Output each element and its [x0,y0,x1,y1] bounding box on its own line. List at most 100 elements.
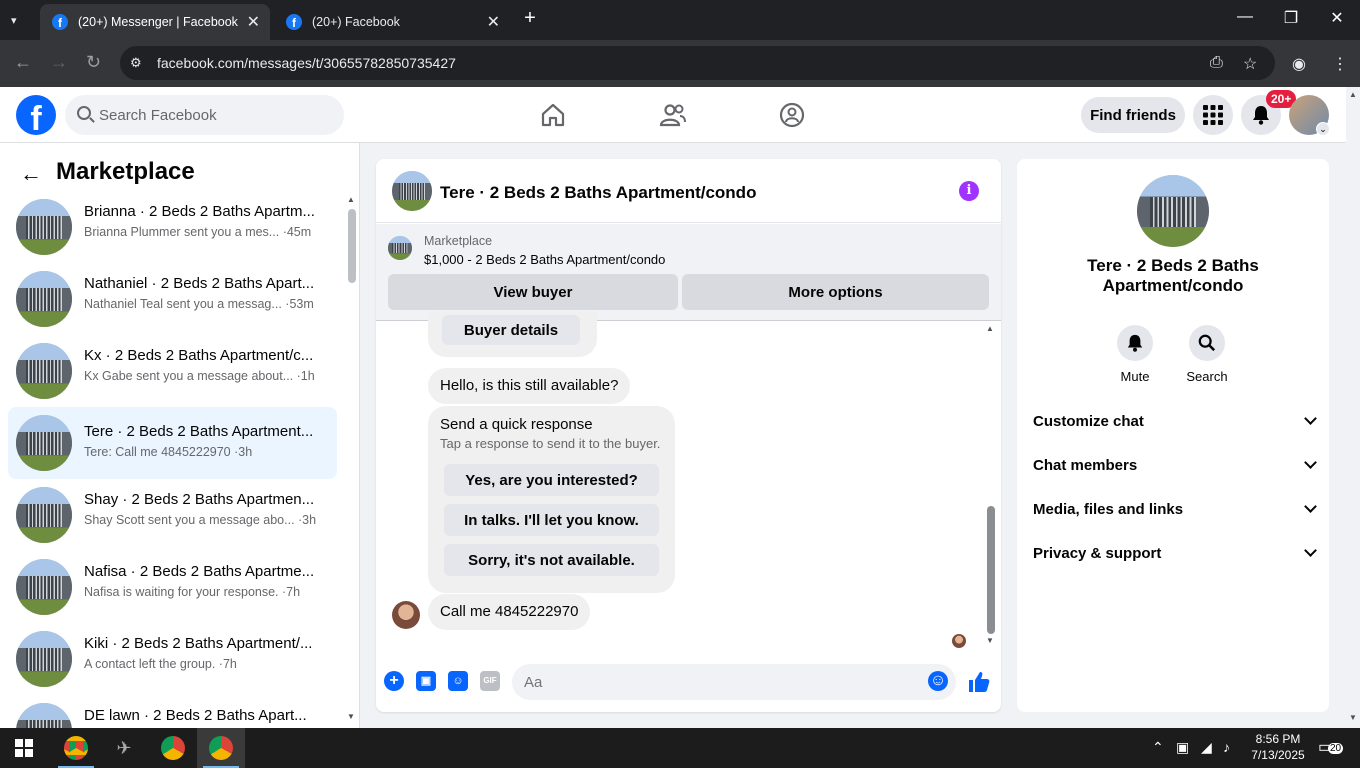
bookmark-star-icon[interactable]: ☆ [1243,54,1257,74]
sticker-icon[interactable]: ☺ [448,671,468,691]
thumbs-up-icon[interactable] [968,671,990,693]
close-icon[interactable]: ✕ [247,12,260,32]
quick-response-sorry-button[interactable]: Sorry, it's not available. [444,544,659,576]
search-in-chat-button[interactable]: Search [1177,325,1237,384]
photo-icon[interactable]: ▣ [416,671,436,691]
message-input[interactable] [512,664,956,700]
section-label: Customize chat [1033,412,1144,430]
show-hidden-icons[interactable]: ⌃ [1152,739,1164,756]
chevron-down-icon [1304,544,1317,557]
buyer-details-button[interactable]: Buyer details [442,315,580,345]
chevron-down-icon[interactable]: ⌄ [1316,122,1330,136]
media-files-links-section[interactable]: Media, files and links [1033,493,1317,525]
listing-thumbnail [16,631,72,687]
home-icon[interactable] [539,101,567,129]
conversation-item[interactable]: Shay · 2 Beds 2 Baths Apartmen... Shay S… [8,483,337,547]
conversation-preview: Nafisa is waiting for your response. ·7h [84,585,301,599]
forward-icon[interactable]: → [50,52,68,73]
groups-icon[interactable] [778,101,806,129]
conversation-item[interactable]: Kx · 2 Beds 2 Baths Apartment/c... Kx Ga… [8,339,337,403]
chrome-icon [64,736,88,760]
scroll-down-icon[interactable]: ▼ [1349,713,1357,722]
listing-thumbnail[interactable] [392,171,432,211]
meet-now-icon[interactable]: ▣ [1176,739,1189,756]
chat-title[interactable]: Tere · 2 Beds 2 Baths Apartment/condo [440,183,756,203]
taskbar-app[interactable]: ✈ [100,728,148,768]
gif-icon[interactable]: GIF [480,671,500,691]
more-options-button[interactable]: More options [682,274,989,310]
info-icon[interactable]: i [959,181,979,201]
scrollbar-thumb[interactable] [987,506,995,634]
marketplace-listing-bar: Marketplace $1,000 - 2 Beds 2 Baths Apar… [376,224,1001,321]
scroll-up-icon[interactable]: ▲ [1349,90,1357,99]
view-buyer-button[interactable]: View buyer [388,274,678,310]
scroll-up-icon[interactable]: ▲ [986,324,994,333]
conversation-item-active[interactable]: Tere · 2 Beds 2 Baths Apartment... Tere:… [8,407,337,479]
mute-button[interactable]: Mute [1105,325,1165,384]
read-receipt-avatar [952,634,966,648]
section-label: Privacy & support [1033,544,1162,562]
plus-icon[interactable]: + [384,671,404,691]
privacy-support-section[interactable]: Privacy & support [1033,537,1317,569]
close-window-button[interactable]: ✕ [1314,8,1360,28]
conversation-preview: Brianna Plummer sent you a mes... ·45m [84,225,312,239]
conversation-item[interactable]: Nathaniel · 2 Beds 2 Baths Apart... Nath… [8,267,337,331]
conversation-item[interactable]: DE lawn · 2 Beds 2 Baths Apart... [8,699,337,728]
conversation-name: DE lawn · 2 Beds 2 Baths Apart... [84,707,307,724]
tab-facebook[interactable]: f (20+) Facebook ✕ [274,4,510,40]
scroll-up-icon[interactable]: ▲ [347,195,355,204]
conversation-item[interactable]: Kiki · 2 Beds 2 Baths Apartment/... A co… [8,627,337,691]
reload-icon[interactable]: ↻ [86,52,101,73]
chevron-down-icon [1304,500,1317,513]
customize-chat-section[interactable]: Customize chat [1033,405,1317,437]
search-input[interactable]: Search Facebook [65,95,344,135]
url-field[interactable]: ⚙ facebook.com/messages/t/30655782850735… [120,46,1275,80]
facebook-logo-icon[interactable]: f [16,95,56,135]
message-bubble: Hello, is this still available? [428,368,631,404]
install-app-icon[interactable]: ⎙ [1210,54,1223,72]
close-icon[interactable]: ✕ [487,12,500,32]
section-label: Media, files and links [1033,500,1184,518]
tab-search-button[interactable]: ▾ [8,8,24,32]
notifications-center-button[interactable]: ▭ 20 [1318,737,1344,759]
clock-time: 8:56 PM [1255,732,1301,746]
emoji-icon[interactable]: ☺ [928,671,948,691]
quick-response-card: Send a quick response Tap a response to … [428,406,675,593]
taskbar-chrome-app-active[interactable] [197,728,245,768]
site-info-icon[interactable]: ⚙ [130,55,142,71]
buyer-avatar[interactable] [392,601,420,629]
listing-thumbnail [16,487,72,543]
new-tab-button[interactable]: + [512,7,548,30]
conversation-name: Kiki · 2 Beds 2 Baths Apartment/... [84,635,313,652]
network-icon[interactable]: ◢ [1201,739,1212,756]
listing-title[interactable]: $1,000 - 2 Beds 2 Baths Apartment/condo [424,252,665,267]
minimize-button[interactable]: — [1222,8,1268,26]
menu-kebab-icon[interactable]: ⋮ [1332,54,1348,74]
back-arrow-icon[interactable]: ← [20,161,42,187]
clock[interactable]: 8:56 PM 7/13/2025 [1248,732,1308,762]
chat-scrollbar[interactable]: ▲ ▼ [985,324,997,646]
start-button[interactable] [0,728,48,768]
sidebar-scrollbar[interactable]: ▲ ▼ [346,195,356,721]
volume-icon[interactable]: ♪ [1223,739,1230,755]
quick-response-talks-button[interactable]: In talks. I'll let you know. [444,504,659,536]
conversation-item[interactable]: Brianna · 2 Beds 2 Baths Apartm... Brian… [8,195,337,259]
menu-button[interactable] [1193,95,1233,135]
profile-icon[interactable]: ◉ [1292,54,1306,74]
page-scrollbar[interactable]: ▲ ▼ [1346,87,1360,727]
scrollbar-thumb[interactable] [348,209,356,283]
tab-messenger[interactable]: f (20+) Messenger | Facebook ✕ [40,4,270,40]
find-friends-button[interactable]: Find friends [1081,97,1185,133]
chrome-icon [209,736,233,760]
friends-icon[interactable] [659,101,687,129]
conversation-item[interactable]: Nafisa · 2 Beds 2 Baths Apartme... Nafis… [8,555,337,619]
taskbar-chrome-app[interactable] [149,728,197,768]
scroll-down-icon[interactable]: ▼ [986,636,994,645]
scroll-down-icon[interactable]: ▼ [347,712,355,721]
conversation-name: Brianna · 2 Beds 2 Baths Apartm... [84,203,315,220]
quick-response-yes-button[interactable]: Yes, are you interested? [444,464,659,496]
chat-members-section[interactable]: Chat members [1033,449,1317,481]
back-icon[interactable]: ← [14,52,32,73]
taskbar-chrome-app[interactable] [52,728,100,768]
maximize-button[interactable]: ❐ [1268,8,1314,28]
